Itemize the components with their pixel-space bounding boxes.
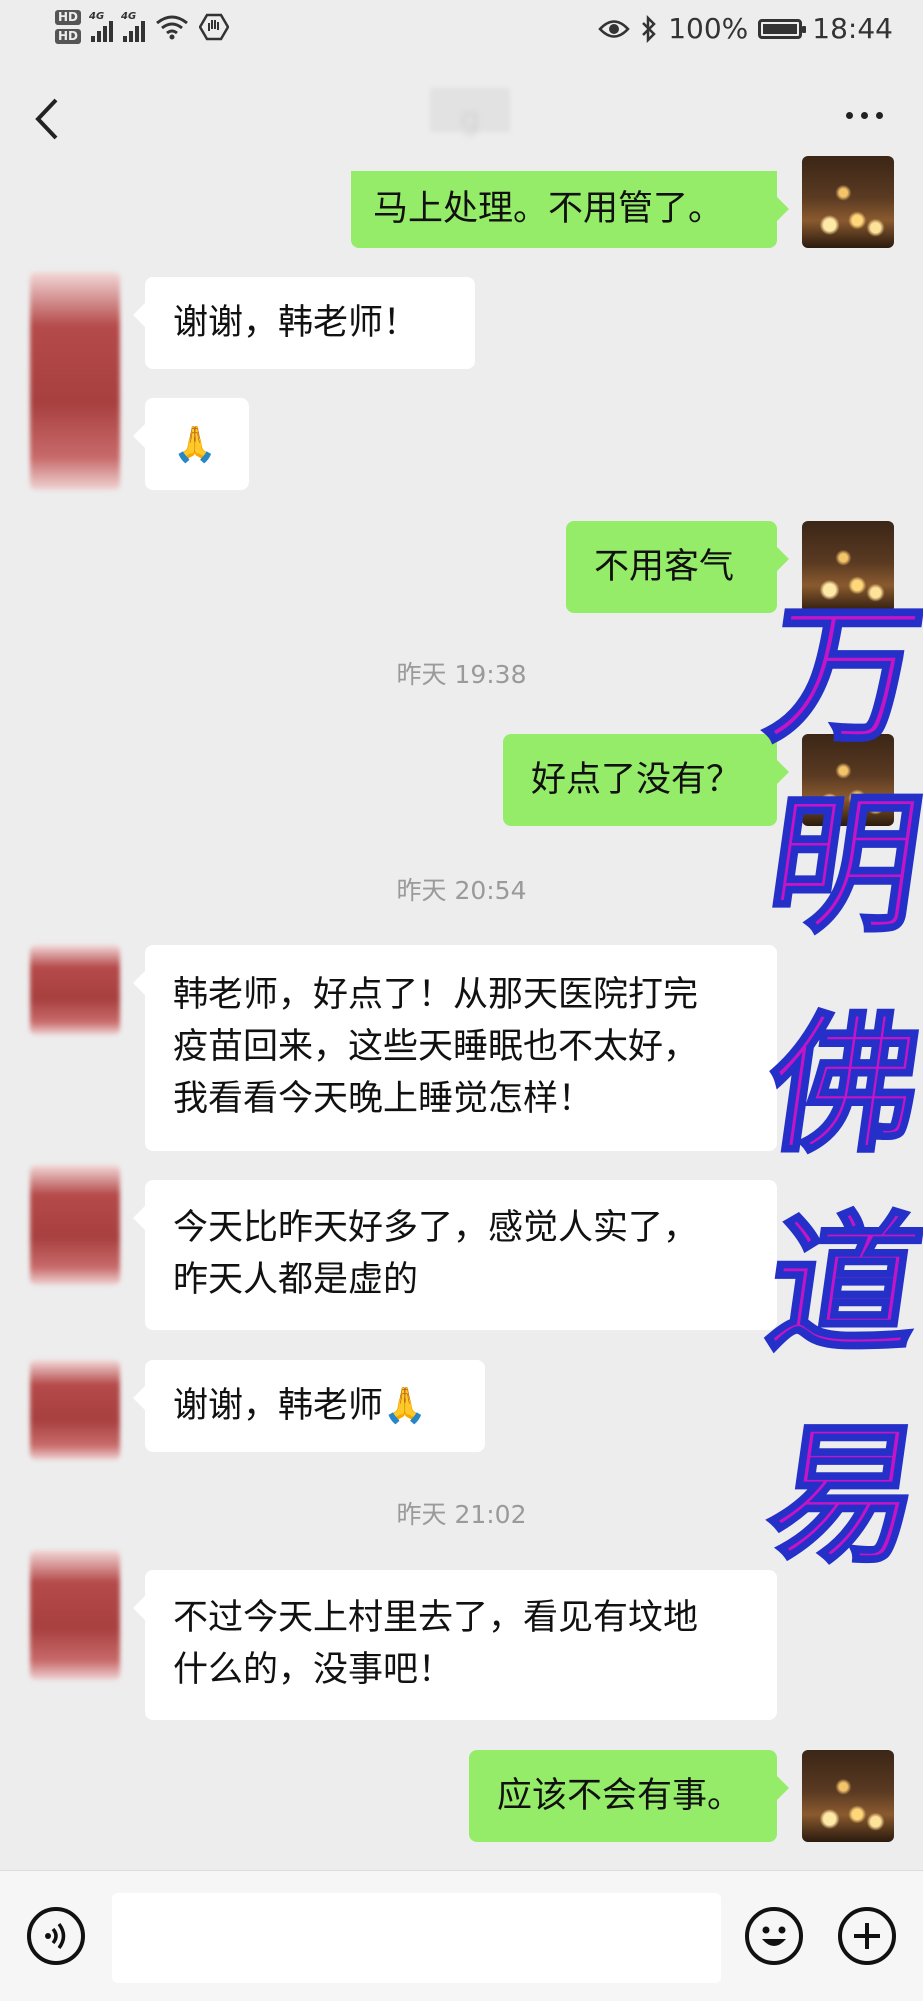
input-bar [0,1870,923,2001]
message-bubble-sent[interactable]: 不用客气 [566,521,789,613]
message-bubble-sent[interactable]: 马上处理。不用管了。 [351,171,789,248]
message-text: 谢谢，韩老师！ [173,303,419,343]
watermark-char: 易 [756,1406,923,1585]
more-dots-icon[interactable] [846,112,883,119]
my-avatar[interactable] [802,1750,894,1842]
status-right: 100% 18:44 [598,12,893,45]
smile-icon[interactable] [745,1907,803,1965]
battery-icon [758,18,807,39]
chat-header: g [0,64,923,174]
contact-name-blurred: g [375,88,565,140]
message-line: 不过今天上村里去了，看见有坟地 [173,1598,699,1638]
message-text: 好点了没有？ [531,760,742,800]
message-text: 不用客气 [594,547,735,587]
message-text: 应该不会有事。 [497,1776,743,1816]
message-text: 谢谢，韩老师🙏 [173,1386,427,1426]
battery-percent: 100% [668,12,749,45]
my-avatar[interactable] [802,156,894,248]
chevron-left-icon[interactable] [28,94,68,144]
watermark-char: 万 [756,586,923,765]
wifi-icon [156,15,188,40]
message-text: 马上处理。不用管了。 [373,189,724,229]
signal-icon: 4G [89,10,114,42]
network-label-1: 4G [89,10,105,22]
bluetooth-icon [642,14,657,43]
message-bubble-sent[interactable]: 应该不会有事。 [469,1750,789,1842]
contact-name: g [460,102,480,137]
message-line: 今天比昨天好多了，感觉人实了， [173,1208,699,1248]
plus-icon[interactable] [838,1907,896,1965]
voice-icon[interactable] [27,1907,85,1965]
message-input[interactable] [112,1893,721,1983]
status-left: HD HD 4G 4G [55,10,230,44]
clock: 18:44 [812,12,893,45]
message-line: 韩老师，好点了！从那天医院打完 [173,975,699,1015]
eye-icon [598,19,630,38]
contact-avatar[interactable] [30,1550,120,1680]
message-bubble-received[interactable]: 谢谢，韩老师！ [133,277,475,369]
watermark-char: 明 [756,776,923,955]
watermark-char: 佛 [756,996,923,1175]
message-line: 什么的，没事吧！ [173,1650,454,1690]
signal-icon: 4G [121,10,146,42]
contact-avatar[interactable] [30,272,120,490]
message-bubble-received[interactable]: 今天比昨天好多了，感觉人实了， 昨天人都是虚的 [133,1180,777,1330]
hd-badge-2: HD [55,29,82,44]
hd-badge-1: HD [55,10,82,25]
message-bubble-sent[interactable]: 好点了没有？ [503,734,789,826]
sim-indicators: HD HD [55,10,82,44]
watermark-char: 道 [756,1196,923,1375]
pray-emoji: 🙏 [173,425,217,465]
message-line: 昨天人都是虚的 [173,1260,419,1300]
network-label-2: 4G [121,10,137,22]
message-bubble-received[interactable]: 不过今天上村里去了，看见有坟地 什么的，没事吧！ [133,1570,777,1720]
message-line: 疫苗回来，这些天睡眠也不太好， [173,1027,699,1067]
hand-shield-icon [199,13,230,41]
message-bubble-received[interactable]: 韩老师，好点了！从那天医院打完 疫苗回来，这些天睡眠也不太好， 我看看今天晚上睡… [133,945,777,1151]
contact-avatar[interactable] [30,945,120,1035]
contact-avatar[interactable] [30,1165,120,1285]
message-line: 我看看今天晚上睡觉怎样！ [173,1079,594,1119]
status-bar: HD HD 4G 4G 100% 18:44 [0,0,923,64]
message-bubble-received[interactable]: 🙏 [133,398,249,490]
contact-avatar[interactable] [30,1360,120,1460]
message-bubble-received[interactable]: 谢谢，韩老师🙏 [133,1360,485,1452]
